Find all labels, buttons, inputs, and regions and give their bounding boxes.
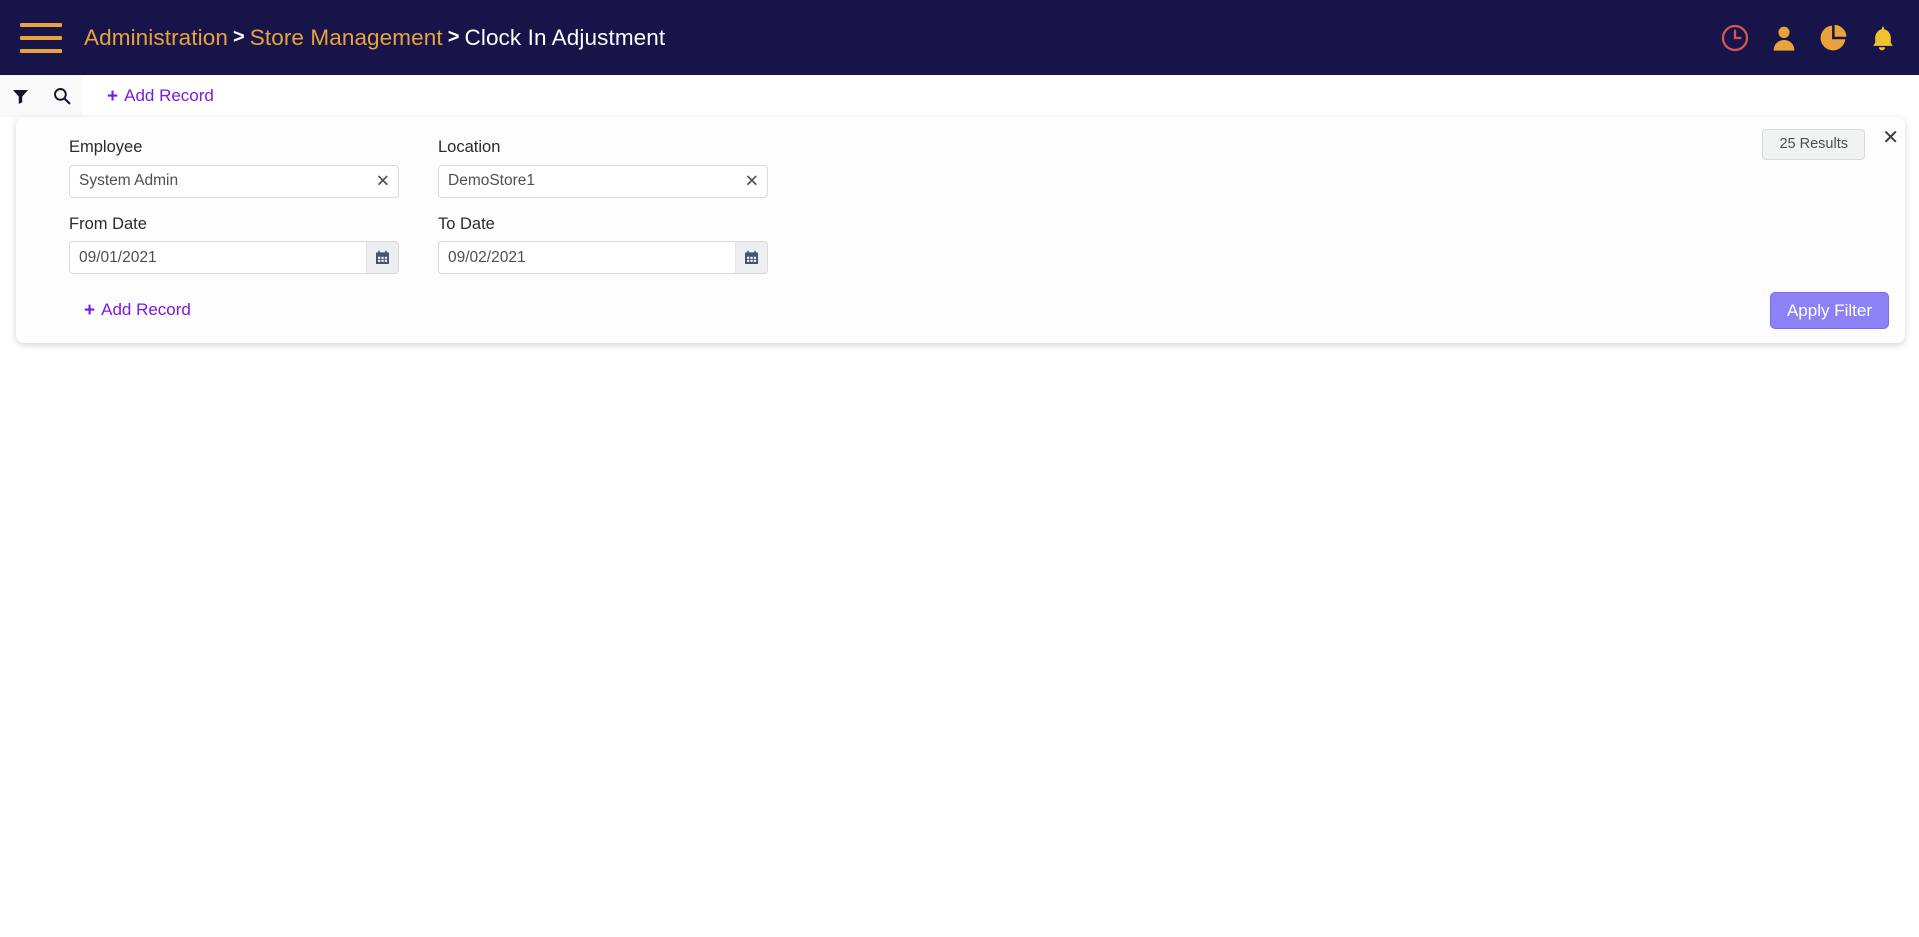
filter-funnel-icon[interactable] bbox=[0, 75, 41, 117]
top-navigation-bar: Administration > Store Management > Cloc… bbox=[0, 0, 1919, 75]
filter-panel-wrapper: 25 Results ✕ Employee ✕ Location ✕ bbox=[0, 117, 1919, 343]
breadcrumb-item-clock-in-adjustment: Clock In Adjustment bbox=[464, 24, 666, 50]
to-date-input[interactable] bbox=[438, 241, 735, 274]
breadcrumb-separator-1: > bbox=[232, 26, 245, 48]
from-date-input-wrap bbox=[69, 241, 399, 274]
to-date-input-wrap bbox=[438, 241, 768, 274]
clear-location-icon[interactable]: ✕ bbox=[745, 173, 759, 190]
clock-icon[interactable] bbox=[1720, 23, 1750, 53]
field-label-to-date: To Date bbox=[438, 214, 495, 233]
location-input[interactable] bbox=[438, 164, 768, 198]
apply-filter-button[interactable]: Apply Filter bbox=[1769, 292, 1889, 329]
filter-fields-grid: Employee ✕ Location ✕ From bbox=[16, 139, 1905, 320]
filter-panel: 25 Results ✕ Employee ✕ Location ✕ bbox=[16, 117, 1905, 343]
calendar-icon-from-date[interactable] bbox=[366, 241, 399, 274]
field-location: Location ✕ bbox=[438, 139, 768, 216]
from-date-input[interactable] bbox=[69, 241, 366, 274]
field-from-date: From Date bbox=[69, 214, 399, 293]
hamburger-menu-icon[interactable] bbox=[20, 22, 62, 53]
breadcrumb: Administration > Store Management > Cloc… bbox=[84, 25, 665, 51]
breadcrumb-item-administration[interactable]: Administration bbox=[84, 25, 228, 51]
bell-icon[interactable] bbox=[1867, 23, 1897, 53]
add-record-button-panel[interactable]: + Add Record bbox=[84, 300, 191, 320]
hamburger-bar-2 bbox=[20, 35, 62, 40]
field-to-date: To Date bbox=[438, 214, 768, 293]
field-label-from-date: From Date bbox=[69, 214, 147, 233]
toolbar-icon-group bbox=[0, 75, 82, 117]
topbar-icon-group bbox=[1720, 23, 1897, 53]
field-label-location: Location bbox=[438, 138, 501, 156]
add-record-button-toolbar[interactable]: + Add Record bbox=[107, 86, 214, 106]
plus-icon-panel: + bbox=[84, 299, 96, 321]
add-record-label-panel: Add Record bbox=[101, 300, 191, 319]
filter-row-2: From Date 09/01/2021 To Date 09/02/2021 bbox=[69, 214, 1905, 293]
employee-input[interactable] bbox=[69, 164, 399, 198]
results-count-badge[interactable]: 25 Results bbox=[1762, 129, 1865, 160]
close-icon[interactable]: ✕ bbox=[1879, 125, 1902, 151]
action-toolbar: + Add Record bbox=[0, 75, 1919, 117]
hamburger-bar-3 bbox=[20, 48, 62, 53]
clear-employee-icon[interactable]: ✕ bbox=[376, 173, 390, 190]
user-icon[interactable] bbox=[1769, 23, 1799, 53]
calendar-icon-to-date[interactable] bbox=[735, 241, 768, 274]
breadcrumb-item-store-management[interactable]: Store Management bbox=[250, 25, 443, 51]
breadcrumb-separator-2: > bbox=[447, 26, 460, 48]
pie-chart-icon[interactable] bbox=[1818, 23, 1848, 53]
plus-icon: + bbox=[107, 85, 119, 107]
add-record-label-toolbar: Add Record bbox=[124, 86, 214, 105]
filter-row-1: Employee ✕ Location ✕ bbox=[69, 139, 1905, 216]
hamburger-bar-1 bbox=[20, 22, 62, 27]
search-icon[interactable] bbox=[41, 75, 82, 117]
field-label-employee: Employee bbox=[69, 138, 143, 156]
location-input-wrap: ✕ bbox=[438, 164, 768, 198]
field-employee: Employee ✕ bbox=[69, 139, 399, 216]
employee-input-wrap: ✕ bbox=[69, 164, 399, 198]
